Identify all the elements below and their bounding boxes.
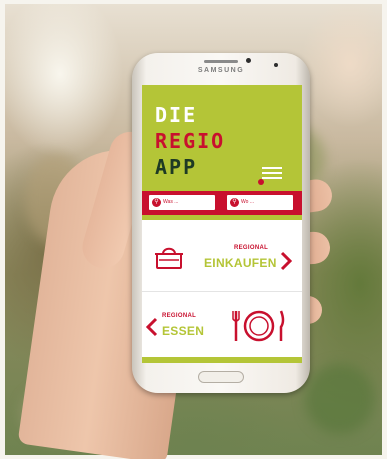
location-search-icon: ⚲	[230, 198, 239, 207]
regional-shopping-tile[interactable]: REGIONAL EINKAUFEN	[142, 225, 302, 295]
hamburger-menu-icon[interactable]	[262, 167, 282, 181]
shopping-big-label: EINKAUFEN	[204, 256, 277, 270]
front-camera	[246, 58, 251, 63]
shopping-small-label: REGIONAL	[234, 245, 269, 251]
chevron-right-icon	[280, 251, 292, 271]
where-search-input[interactable]: ⚲ Wo ...	[227, 195, 293, 210]
logo-line-die: DIE	[155, 103, 198, 127]
search-icon: ⚲	[152, 198, 161, 207]
app-header: DIE REGIO APP	[142, 85, 302, 191]
regional-food-tile[interactable]: REGIONAL ESSEN	[142, 293, 302, 363]
what-search-input[interactable]: ⚲ Was ...	[149, 195, 215, 210]
notification-dot	[258, 179, 264, 185]
chevron-left-icon	[146, 317, 158, 337]
food-small-label: REGIONAL	[162, 313, 197, 319]
where-search-placeholder: Wo ...	[241, 199, 254, 205]
separator-bar	[142, 215, 302, 220]
footer-bar	[142, 357, 302, 363]
phone-brand: SAMSUNG	[197, 67, 245, 74]
home-button[interactable]	[198, 371, 244, 383]
logo-line-regio: REGIO	[155, 129, 226, 153]
app-screen: DIE REGIO APP ⚲ Was ... ⚲ Wo ... REGIONA…	[142, 85, 302, 363]
logo-line-app: APP	[155, 155, 198, 179]
plate-cutlery-icon	[232, 310, 285, 342]
search-bar: ⚲ Was ... ⚲ Wo ...	[142, 191, 302, 215]
basket-icon	[155, 247, 183, 269]
what-search-placeholder: Was ...	[163, 199, 179, 205]
tile-divider	[142, 291, 302, 292]
speaker-grille	[204, 60, 238, 63]
food-big-label: ESSEN	[162, 324, 205, 338]
